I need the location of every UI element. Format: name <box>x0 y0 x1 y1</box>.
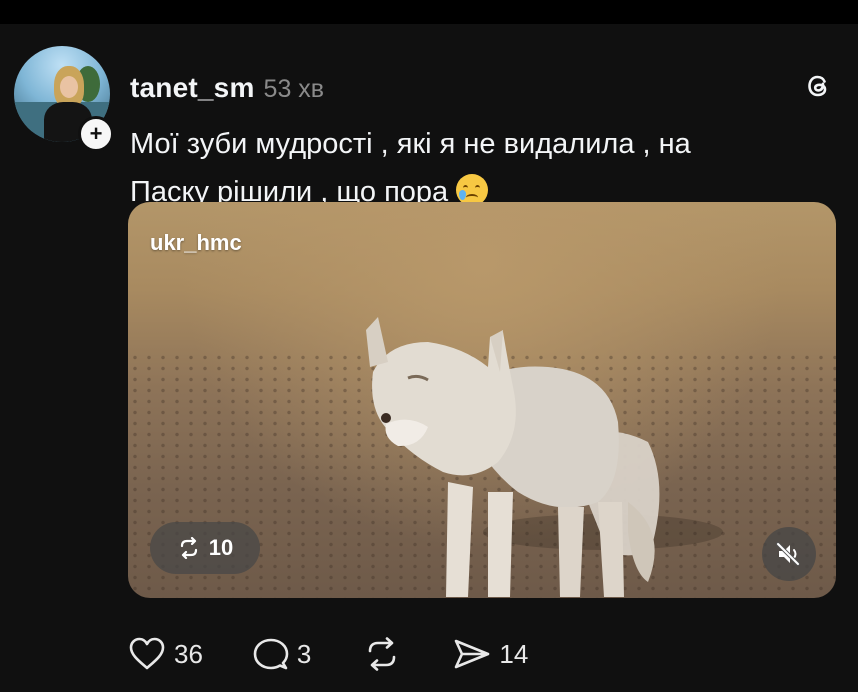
repost-icon <box>369 637 396 671</box>
thread-post: + tanet_sm 53 хв Мої зуби мудрості , які… <box>0 24 858 692</box>
repost-icon <box>180 537 197 559</box>
share-button[interactable]: 14 <box>453 637 528 671</box>
share-count: 14 <box>499 638 529 669</box>
caption-line-1: Мої зуби мудрості , які я не видалила , … <box>130 128 691 160</box>
send-icon <box>455 639 490 669</box>
repost-count-badge[interactable]: 10 <box>150 522 260 574</box>
username[interactable]: tanet_sm <box>130 72 255 104</box>
repost-button[interactable] <box>363 637 401 671</box>
follow-plus-button[interactable]: + <box>78 116 114 152</box>
post-header: tanet_sm 53 хв <box>130 72 324 106</box>
comment-icon <box>253 638 289 670</box>
threads-logo-icon[interactable] <box>802 70 834 102</box>
post-actions: 36 3 14 <box>128 632 528 676</box>
mute-button[interactable] <box>762 527 816 581</box>
speaker-muted-icon <box>776 542 800 566</box>
reply-button[interactable]: 3 <box>253 637 311 671</box>
like-count: 36 <box>174 638 203 669</box>
heart-icon <box>129 637 165 670</box>
repost-count: 10 <box>208 535 234 560</box>
video-watermark: ukr_hmc <box>150 230 242 255</box>
video-media[interactable]: ukr_hmc 10 <box>128 202 836 598</box>
status-bar <box>0 0 858 24</box>
reply-count: 3 <box>296 638 312 669</box>
like-button[interactable]: 36 <box>128 637 203 671</box>
post-time: 53 хв <box>263 75 325 103</box>
plus-icon: + <box>89 121 103 146</box>
